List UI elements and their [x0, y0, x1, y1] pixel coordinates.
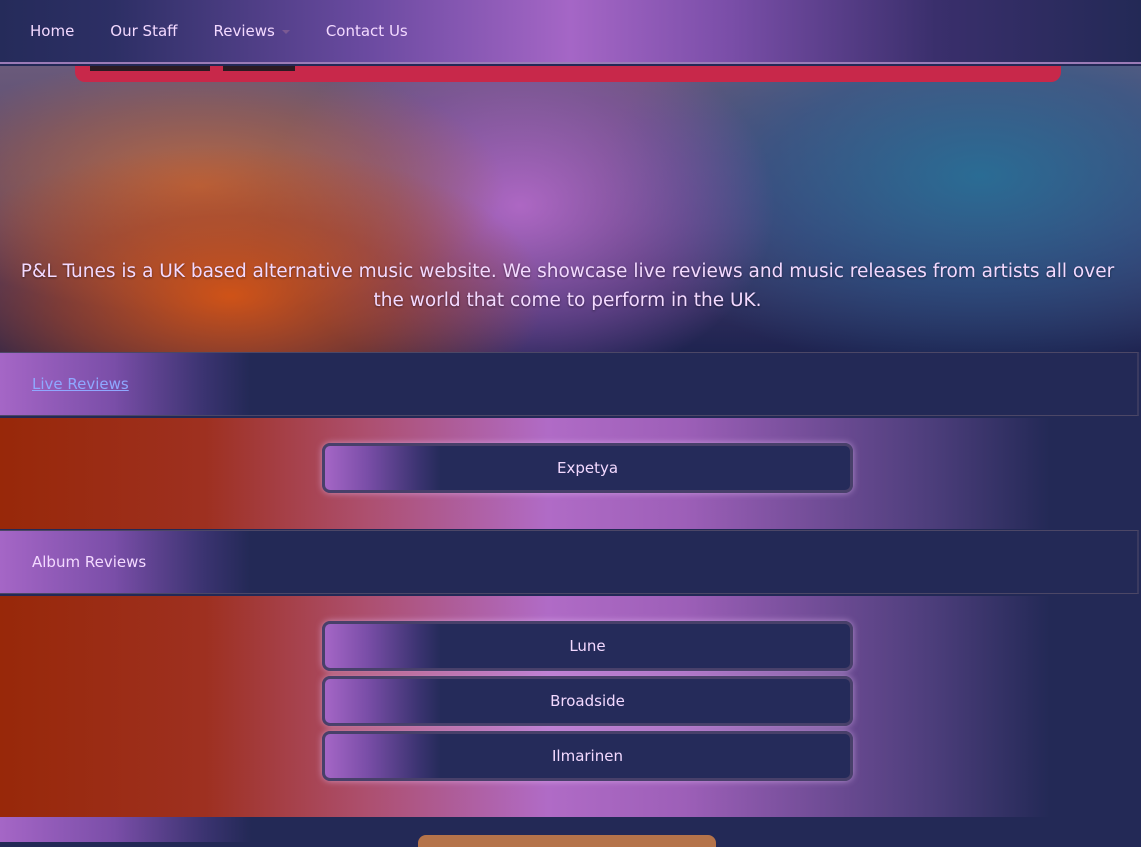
- nav-reviews-label: Reviews: [213, 22, 275, 40]
- hero-banner-strip: [75, 66, 1061, 82]
- live-reviews-link[interactable]: Live Reviews: [32, 375, 129, 393]
- nav-reviews-dropdown[interactable]: Reviews: [213, 22, 290, 40]
- review-button-broadside[interactable]: Broadside: [322, 676, 853, 726]
- hero-description: P&L Tunes is a UK based alternative musi…: [20, 260, 1115, 311]
- review-button-ilmarinen[interactable]: Ilmarinen: [322, 731, 853, 781]
- album-reviews-body: Lune Broadside Ilmarinen: [0, 596, 1141, 817]
- footer-tab: [418, 835, 716, 847]
- hero-banner: P&L Tunes is a UK based alternative musi…: [0, 66, 1141, 352]
- navbar: Home Our Staff Reviews Contact Us: [0, 0, 1141, 64]
- review-button-expetya[interactable]: Expetya: [322, 443, 853, 493]
- album-reviews-header: Album Reviews: [0, 530, 1139, 594]
- footer-bar: [0, 817, 1141, 847]
- review-button-lune[interactable]: Lune: [322, 621, 853, 671]
- hero-strip-fragment: [90, 66, 210, 71]
- nav-home[interactable]: Home: [30, 22, 74, 40]
- nav-contact-us[interactable]: Contact Us: [326, 22, 408, 40]
- hero-strip-fragment: [223, 66, 295, 71]
- album-reviews-title: Album Reviews: [32, 553, 147, 571]
- caret-down-icon: [281, 29, 290, 34]
- live-reviews-body: Expetya: [0, 418, 1141, 529]
- nav-our-staff[interactable]: Our Staff: [110, 22, 177, 40]
- live-reviews-header: Live Reviews: [0, 352, 1139, 416]
